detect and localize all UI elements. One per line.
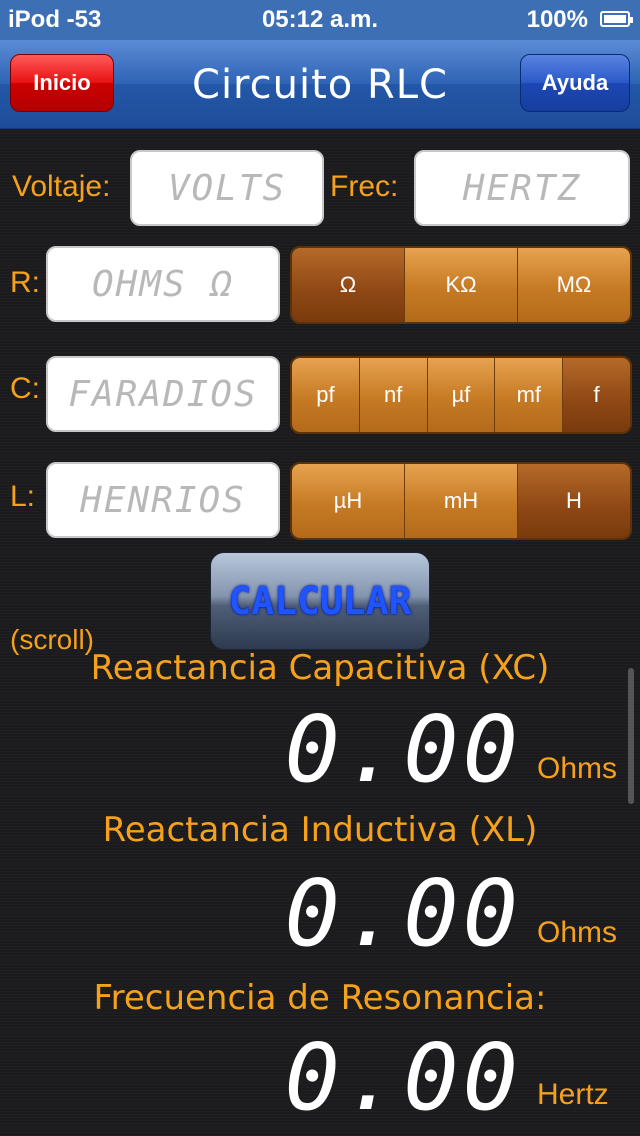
capacitance-unit-selector: pf nf µf mf f [290, 356, 632, 434]
frequency-input[interactable]: HERTZ [414, 150, 630, 226]
frequency-label: Frec: [330, 170, 399, 203]
unit-uf[interactable]: µf [426, 358, 495, 432]
unit-mf[interactable]: mf [494, 358, 563, 432]
unit-mh[interactable]: mH [404, 464, 517, 538]
result-title-xc: Reactancia Capacitiva (XC) [90, 650, 550, 688]
result-value-fr: 0.00 [284, 1024, 522, 1131]
results-scroll-area[interactable]: Reactancia Capacitiva (XC) 0.00 Ohms Rea… [0, 650, 640, 1136]
ayuda-button[interactable]: Ayuda [520, 54, 630, 112]
capacitance-input[interactable]: FARADIOS [46, 356, 280, 432]
l-label: L: [10, 480, 36, 513]
resistance-unit-selector: Ω KΩ MΩ [290, 246, 632, 324]
unit-pf[interactable]: pf [292, 358, 359, 432]
unit-h[interactable]: H [517, 464, 630, 538]
nav-bar: Inicio Circuito RLC Ayuda [0, 40, 640, 129]
battery-percent: 100% [526, 6, 588, 33]
result-value-xl: 0.00 [284, 860, 522, 967]
result-title-fr: Frecuencia de Resonancia: [93, 978, 547, 1018]
voltage-label: Voltaje: [12, 170, 111, 203]
voltage-input[interactable]: VOLTS [130, 150, 324, 226]
unit-mohm[interactable]: MΩ [517, 248, 630, 322]
r-label: R: [10, 266, 40, 299]
unit-ohm[interactable]: Ω [292, 248, 404, 322]
resistance-input[interactable]: OHMS Ω [46, 246, 280, 322]
c-label: C: [10, 372, 40, 405]
unit-f[interactable]: f [562, 358, 630, 432]
result-unit-fr: Hertz [537, 1078, 609, 1111]
result-unit-xl: Ohms [537, 916, 618, 949]
unit-uh[interactable]: µH [292, 464, 404, 538]
calcular-button[interactable]: CALCULAR [210, 552, 430, 650]
status-bar: iPod -53 05:12 a.m. 100% [0, 0, 640, 40]
battery-icon [600, 11, 633, 27]
result-value-xc: 0.00 [284, 696, 522, 803]
result-title-xl: Reactancia Inductiva (XL) [102, 810, 538, 850]
inductance-unit-selector: µH mH H [290, 462, 632, 540]
unit-nf[interactable]: nf [358, 358, 427, 432]
result-unit-xc: Ohms [537, 752, 618, 785]
inductance-input[interactable]: HENRIOS [46, 462, 280, 538]
scrollbar[interactable] [628, 668, 634, 804]
unit-kohm[interactable]: KΩ [404, 248, 517, 322]
